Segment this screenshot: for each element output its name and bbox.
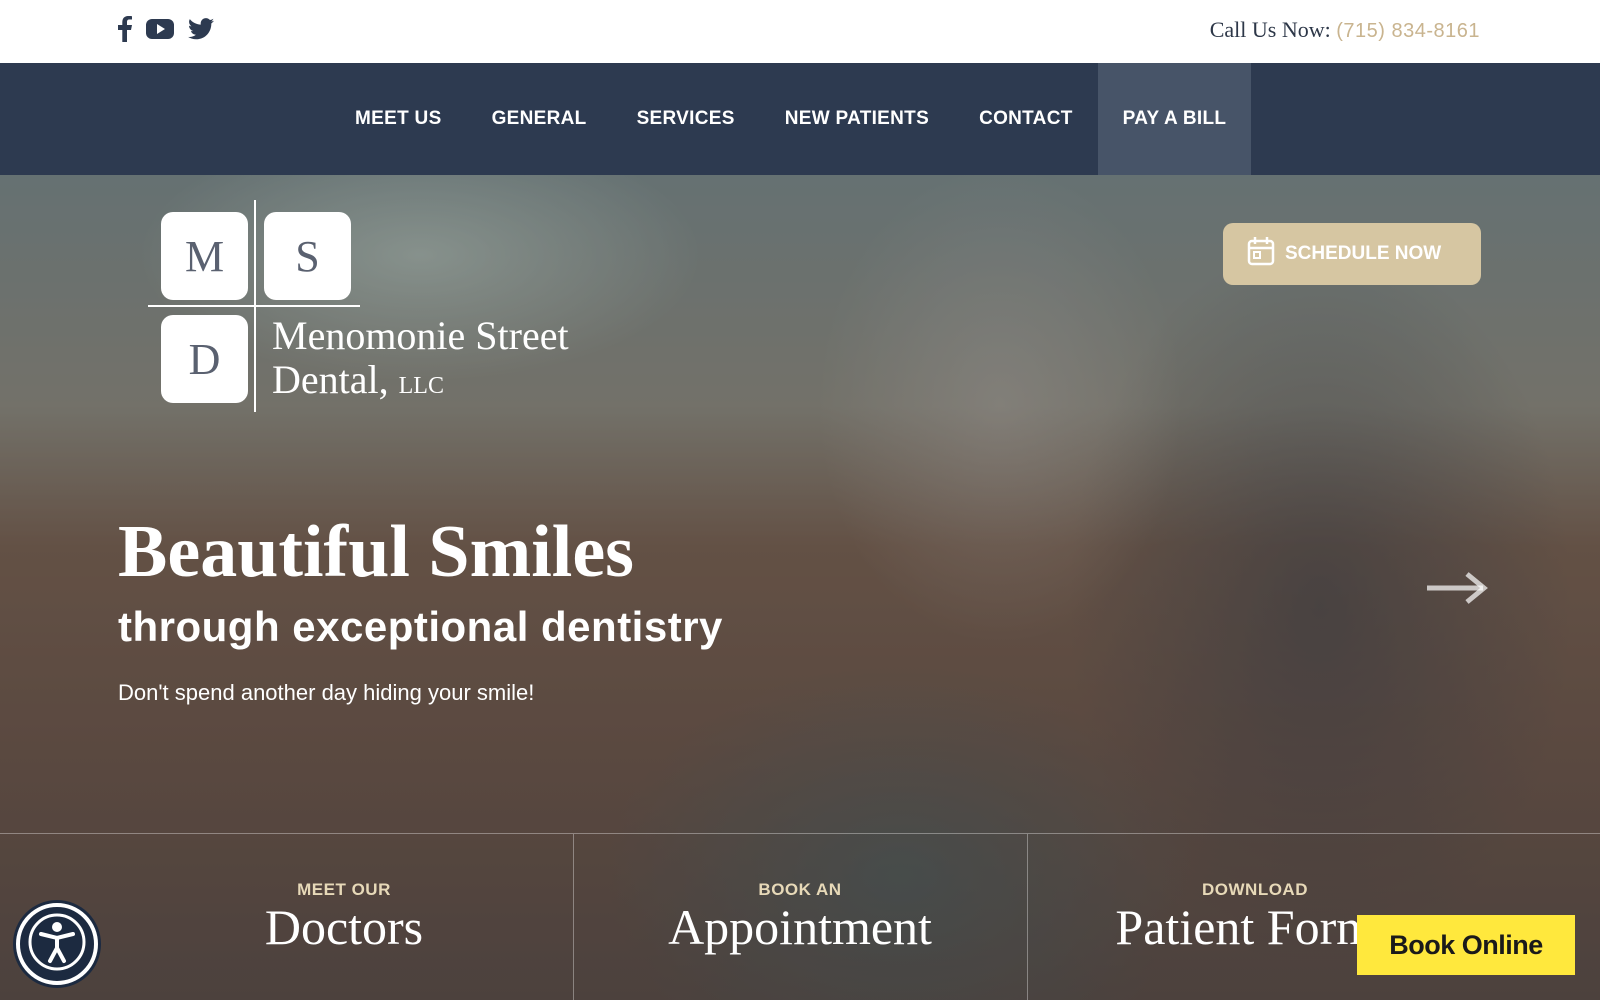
nav-item-new-patients[interactable]: NEW PATIENTS	[760, 63, 954, 175]
logo-name-line2: Dental, LLC	[272, 357, 444, 402]
main-nav: MEET US GENERAL SERVICES NEW PATIENTS CO…	[0, 63, 1600, 175]
facebook-icon[interactable]	[118, 16, 132, 42]
book-online-button[interactable]: Book Online	[1357, 915, 1575, 975]
nav-item-pay-a-bill[interactable]: PAY A BILL	[1097, 63, 1252, 175]
book-appointment-small: BOOK AN	[758, 880, 842, 899]
schedule-now-label: SCHEDULE NOW	[1285, 243, 1442, 264]
accessibility-icon	[27, 912, 87, 977]
nav-item-services[interactable]: SERVICES	[612, 63, 760, 175]
schedule-now-button[interactable]: SCHEDULE NOW	[1223, 223, 1481, 285]
call-us: Call Us Now: (715) 834-8161	[1210, 17, 1480, 43]
accessibility-button[interactable]	[16, 903, 98, 985]
call-us-label: Call Us Now:	[1209, 17, 1331, 42]
meet-doctors-small: MEET OUR	[297, 880, 391, 899]
nav-item-meet-us[interactable]: MEET US	[330, 63, 467, 175]
hero-tagline: Don't spend another day hiding your smil…	[118, 680, 535, 705]
logo-horizontal-line	[148, 305, 360, 307]
logo-tile-m: M	[161, 212, 248, 300]
youtube-icon[interactable]	[146, 18, 174, 40]
logo-tile-s: S	[264, 212, 351, 300]
arrow-right-icon[interactable]	[1425, 570, 1489, 611]
book-appointment-link[interactable]: BOOK AN Appointment	[573, 834, 1027, 1000]
hero-headline: Beautiful Smiles	[118, 511, 634, 593]
hero-subheadline: through exceptional dentistry	[118, 603, 723, 650]
nav-item-contact[interactable]: CONTACT	[954, 63, 1098, 175]
social-links	[118, 16, 214, 42]
book-appointment-big: Appointment	[668, 899, 932, 955]
logo[interactable]: M S D Menomonie Street Dental, LLC	[148, 200, 588, 415]
twitter-icon[interactable]	[188, 18, 214, 40]
logo-name: Menomonie Street Dental, LLC	[272, 314, 569, 408]
top-bar: Call Us Now: (715) 834-8161	[0, 0, 1600, 63]
patient-forms-small: DOWNLOAD	[1202, 880, 1308, 899]
meet-doctors-big: Doctors	[264, 899, 424, 955]
phone-link[interactable]: (715) 834-8161	[1336, 20, 1480, 42]
logo-name-line1: Menomonie Street	[272, 313, 569, 358]
calendar-icon	[1247, 236, 1275, 272]
logo-tile-d: D	[161, 315, 248, 403]
nav-item-general[interactable]: GENERAL	[467, 63, 612, 175]
meet-doctors-link[interactable]: MEET OUR Doctors	[115, 834, 573, 1000]
